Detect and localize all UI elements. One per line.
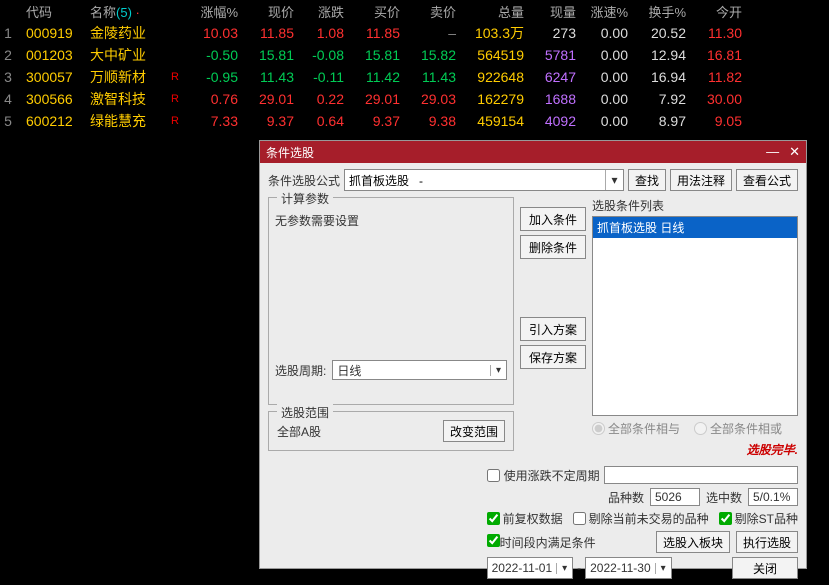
minimize-icon[interactable]: — <box>766 144 779 160</box>
date-from-select[interactable]: 2022-11-01▾ <box>487 557 574 579</box>
param-fieldset: 计算参数 无参数需要设置 选股周期: 日线 ▾ <box>268 197 514 405</box>
scope-value: 全部A股 <box>277 423 321 440</box>
chevron-down-icon[interactable]: ▾ <box>655 563 671 574</box>
add-condition-button[interactable]: 加入条件 <box>520 207 586 231</box>
stock-table: 代码 名称(5) · 涨幅% 现价 涨跌 买价 卖价 总量 现量 涨速% 换手%… <box>0 0 829 132</box>
param-text: 无参数需要设置 <box>275 204 507 354</box>
save-plan-button[interactable]: 保存方案 <box>520 345 586 369</box>
radio-or[interactable]: 全部条件相或 <box>694 420 782 437</box>
find-button[interactable]: 查找 <box>628 169 666 191</box>
table-row[interactable]: 4 300566 激智科技 R 0.76 29.01 0.22 29.01 29… <box>0 88 829 110</box>
time-range-checkbox[interactable]: 时间段内满足条件 <box>487 534 596 551</box>
var-period-input[interactable] <box>604 466 798 484</box>
radio-and[interactable]: 全部条件相与 <box>592 420 680 437</box>
col-ask[interactable]: 卖价 <box>406 2 462 21</box>
chevron-down-icon[interactable]: ▾ <box>605 170 623 190</box>
col-pct[interactable]: 涨幅% <box>186 2 244 21</box>
chevron-down-icon[interactable]: ▾ <box>556 563 572 574</box>
table-row[interactable]: 2 001203 大中矿业 -0.50 15.81 -0.08 15.81 15… <box>0 44 829 66</box>
col-vol[interactable]: 总量 <box>462 2 530 21</box>
table-row[interactable]: 5 600212 绿能慧充 R 7.33 9.37 0.64 9.37 9.38… <box>0 110 829 132</box>
dialog-title: 条件选股 <box>266 144 314 161</box>
status-text: 选股完毕. <box>592 441 798 458</box>
run-button[interactable]: 执行选股 <box>736 531 798 553</box>
condition-list-label: 选股条件列表 <box>592 197 798 214</box>
rm-st-checkbox[interactable]: 剔除ST品种 <box>719 510 798 527</box>
chevron-down-icon[interactable]: ▾ <box>490 365 506 376</box>
selected-value: 5/0.1% <box>748 488 798 506</box>
change-scope-button[interactable]: 改变范围 <box>443 420 505 442</box>
to-sector-button[interactable]: 选股入板块 <box>656 531 730 553</box>
col-name[interactable]: 名称(5) · <box>88 2 170 21</box>
formula-select[interactable]: ▾ <box>344 169 624 191</box>
table-header: 代码 名称(5) · 涨幅% 现价 涨跌 买价 卖价 总量 现量 涨速% 换手%… <box>0 0 829 22</box>
col-chg[interactable]: 涨跌 <box>300 2 350 21</box>
rm-notrade-checkbox[interactable]: 剔除当前未交易的品种 <box>573 510 709 527</box>
formula-label: 条件选股公式 <box>268 172 340 189</box>
close-icon[interactable]: ✕ <box>789 144 800 160</box>
close-button[interactable]: 关闭 <box>732 557 798 579</box>
usage-button[interactable]: 用法注释 <box>670 169 732 191</box>
formula-input[interactable] <box>345 170 605 190</box>
col-bid[interactable]: 买价 <box>350 2 406 21</box>
scope-fieldset: 选股范围 全部A股 改变范围 <box>268 411 514 451</box>
list-item[interactable]: 抓首板选股 日线 <box>593 217 797 238</box>
col-turn[interactable]: 换手% <box>634 2 692 21</box>
view-formula-button[interactable]: 查看公式 <box>736 169 798 191</box>
fq-checkbox[interactable]: 前复权数据 <box>487 510 563 527</box>
import-plan-button[interactable]: 引入方案 <box>520 317 586 341</box>
delete-condition-button[interactable]: 删除条件 <box>520 235 586 259</box>
table-row[interactable]: 3 300057 万顺新材 R -0.95 11.43 -0.11 11.42 … <box>0 66 829 88</box>
condition-dialog: 条件选股 — ✕ 条件选股公式 ▾ 查找 用法注释 查看公式 计算参数 无参数需… <box>259 140 807 569</box>
condition-listbox[interactable]: 抓首板选股 日线 <box>592 216 798 416</box>
col-code[interactable]: 代码 <box>22 2 88 21</box>
period-select[interactable]: 日线 ▾ <box>332 360 507 380</box>
date-to-select[interactable]: 2022-11-30▾ <box>585 557 672 579</box>
col-open[interactable]: 今开 <box>692 2 748 21</box>
period-label: 选股周期: <box>275 362 326 379</box>
table-row[interactable]: 1 000919 金陵药业 10.03 11.85 1.08 11.85 – 1… <box>0 22 829 44</box>
col-price[interactable]: 现价 <box>244 2 300 21</box>
use-var-period-checkbox[interactable] <box>487 469 500 482</box>
count-value: 5026 <box>650 488 700 506</box>
dialog-titlebar[interactable]: 条件选股 — ✕ <box>260 141 806 163</box>
col-spd[interactable]: 涨速% <box>582 2 634 21</box>
col-cur[interactable]: 现量 <box>530 2 582 21</box>
